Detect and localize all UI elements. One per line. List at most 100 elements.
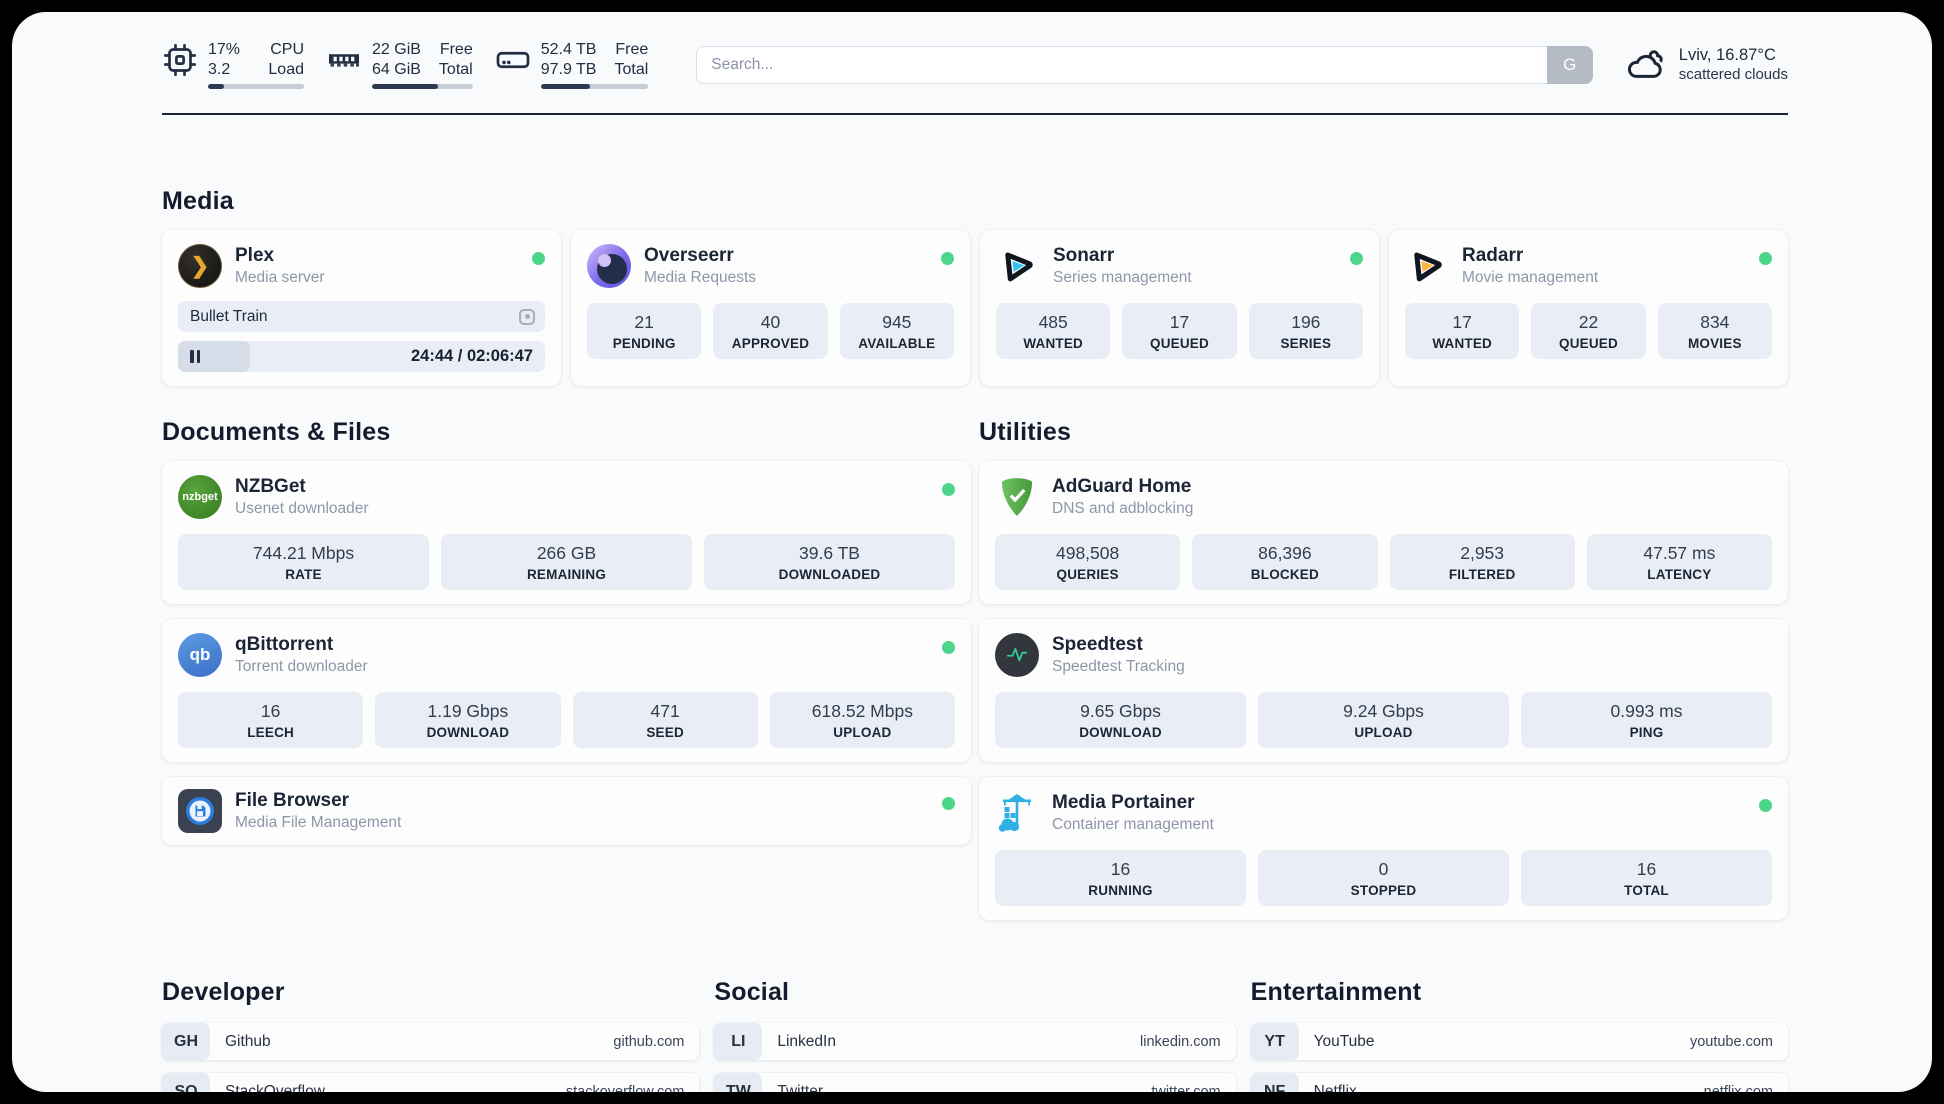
app-card-nzbget[interactable]: nzbget NZBGet Usenet downloader 744.21 M… bbox=[162, 461, 971, 605]
stat-queries: 498,508 QUERIES bbox=[995, 534, 1181, 591]
qbittorrent-icon: qb bbox=[178, 633, 222, 678]
adguard-icon bbox=[995, 475, 1039, 519]
status-online-dot bbox=[942, 797, 955, 811]
link-linkedin[interactable]: LI LinkedIn linkedin.com bbox=[714, 1023, 1236, 1061]
player-progress-row[interactable]: 24:44 / 02:06:47 bbox=[178, 341, 545, 373]
link-github[interactable]: GH Github github.com bbox=[162, 1023, 700, 1061]
app-description: DNS and adblocking bbox=[1052, 499, 1194, 517]
app-description: Container management bbox=[1052, 815, 1214, 833]
link-netflix[interactable]: NF Netflix netflix.com bbox=[1250, 1073, 1788, 1092]
cpu-progress-bar bbox=[208, 84, 304, 90]
overseerr-icon bbox=[587, 244, 631, 289]
cpu-label: CPU bbox=[270, 41, 304, 58]
cpu-usage-value: 17% bbox=[208, 41, 241, 58]
ram-progress-bar bbox=[372, 84, 473, 90]
section-title-media: Media bbox=[162, 187, 234, 216]
top-bar: 17% CPU 3.2 Load 22 GiB Free 64 GiB Total bbox=[162, 40, 1788, 90]
disk-progress-bar bbox=[540, 84, 649, 90]
ram-stat-widget: 22 GiB Free 64 GiB Total bbox=[326, 40, 473, 90]
app-description: Usenet downloader bbox=[235, 499, 369, 517]
disk-stat-widget: 52.4 TB Free 97.9 TB Total bbox=[495, 40, 649, 90]
app-name: Speedtest bbox=[1052, 634, 1143, 656]
link-twitter[interactable]: TW Twitter twitter.com bbox=[714, 1073, 1236, 1092]
media-grid: ❯ Plex Media server Bullet Train 24:44 /… bbox=[162, 230, 1788, 387]
search-input[interactable] bbox=[696, 45, 1593, 84]
stat-stopped: 0 STOPPED bbox=[1258, 850, 1509, 907]
stat-upload: 618.52 Mbps UPLOAD bbox=[769, 692, 955, 749]
portainer-icon bbox=[995, 791, 1039, 835]
app-description: Speedtest Tracking bbox=[1052, 657, 1185, 675]
status-online-dot bbox=[941, 252, 954, 266]
stat-upload: 9.24 Gbps UPLOAD bbox=[1258, 692, 1509, 749]
stat-wanted: 17 WANTED bbox=[1405, 303, 1520, 360]
app-card-sonarr[interactable]: Sonarr Series management 485 WANTED 17 QUE… bbox=[980, 230, 1379, 387]
cloud-icon bbox=[1627, 49, 1663, 78]
search-engine-button[interactable]: G bbox=[1546, 45, 1593, 84]
app-card-adguard[interactable]: AdGuard Home DNS and adblocking 498,508 Q… bbox=[979, 461, 1788, 605]
disk-free-label: Free bbox=[615, 41, 649, 58]
player-progress-fill bbox=[178, 341, 250, 373]
section-title-social: Social bbox=[714, 978, 790, 1007]
header-divider bbox=[162, 113, 1788, 116]
bookmark-group-entertainment: Entertainment YT YouTube youtube.com NF … bbox=[1250, 978, 1788, 1092]
stat-series: 196 SERIES bbox=[1248, 303, 1363, 360]
player-time: 24:44 / 02:06:47 bbox=[410, 347, 533, 366]
app-card-portainer[interactable]: Media Portainer Container management 16 R… bbox=[979, 777, 1788, 921]
youtube-icon: YT bbox=[1250, 1023, 1299, 1061]
ram-free-label: Free bbox=[439, 41, 473, 58]
stat-seed: 471 SEED bbox=[572, 692, 758, 749]
link-stackoverflow[interactable]: SO StackOverflow stackoverflow.com bbox=[162, 1073, 700, 1092]
stackoverflow-icon: SO bbox=[162, 1073, 210, 1092]
stat-latency: 47.57 ms LATENCY bbox=[1586, 534, 1772, 591]
app-name: NZBGet bbox=[235, 476, 306, 498]
disk-free-value: 52.4 TB bbox=[540, 41, 597, 58]
weather-condition: scattered clouds bbox=[1678, 66, 1788, 84]
app-card-overseerr[interactable]: Overseerr Media Requests 21 PENDING 40 APP… bbox=[571, 230, 970, 387]
app-name: AdGuard Home bbox=[1052, 476, 1192, 498]
dashboard-panel: 17% CPU 3.2 Load 22 GiB Free 64 GiB Total bbox=[12, 12, 1932, 1092]
app-description: Movie management bbox=[1462, 268, 1599, 286]
bookmark-group-developer: Developer GH Github github.com SO StackO… bbox=[162, 978, 700, 1092]
stat-filtered: 2,953 FILTERED bbox=[1389, 534, 1575, 591]
stat-download: 1.19 Gbps DOWNLOAD bbox=[375, 692, 561, 749]
app-card-filebrowser[interactable]: File Browser Media File Management bbox=[162, 777, 971, 846]
app-card-radarr[interactable]: Radarr Movie management 17 WANTED 22 QUEUE… bbox=[1389, 230, 1788, 387]
weather-widget[interactable]: Lviv, 16.87°C scattered clouds bbox=[1625, 44, 1788, 86]
app-description: Torrent downloader bbox=[235, 657, 368, 675]
media-detail-icon[interactable] bbox=[519, 308, 535, 325]
ram-total-value: 64 GiB bbox=[372, 60, 421, 78]
speedtest-icon bbox=[995, 633, 1039, 678]
section-title-developer: Developer bbox=[162, 978, 285, 1007]
netflix-icon: NF bbox=[1250, 1073, 1299, 1092]
app-name: Radarr bbox=[1462, 245, 1524, 267]
sonarr-icon bbox=[996, 244, 1040, 288]
stat-queued: 17 QUEUED bbox=[1122, 303, 1237, 360]
app-description: Series management bbox=[1053, 268, 1192, 286]
app-card-qbittorrent[interactable]: qb qBittorrent Torrent downloader 16 LEEC… bbox=[162, 619, 971, 763]
now-playing-title: Bullet Train bbox=[190, 307, 268, 325]
pause-icon[interactable] bbox=[190, 350, 200, 364]
section-title-documents: Documents & Files bbox=[162, 418, 391, 447]
disk-total-value: 97.9 TB bbox=[540, 60, 597, 78]
app-description: Media Requests bbox=[644, 268, 757, 286]
stat-download: 9.65 Gbps DOWNLOAD bbox=[995, 692, 1246, 749]
app-name: Media Portainer bbox=[1052, 792, 1195, 814]
weather-location-temp: Lviv, 16.87°C bbox=[1678, 46, 1776, 65]
section-title-entertainment: Entertainment bbox=[1250, 978, 1422, 1007]
stat-total: 16 TOTAL bbox=[1521, 850, 1772, 907]
app-name: Overseerr bbox=[644, 245, 734, 267]
link-youtube[interactable]: YT YouTube youtube.com bbox=[1250, 1023, 1788, 1061]
stat-approved: 40 APPROVED bbox=[713, 303, 828, 360]
app-name: qBittorrent bbox=[235, 634, 334, 656]
radarr-icon bbox=[1405, 244, 1449, 288]
stat-blocked: 86,396 BLOCKED bbox=[1192, 534, 1378, 591]
app-card-speedtest[interactable]: Speedtest Speedtest Tracking 9.65 Gbps DO… bbox=[979, 619, 1788, 763]
cpu-load-label: Load bbox=[268, 60, 304, 78]
app-card-plex[interactable]: ❯ Plex Media server Bullet Train 24:44 /… bbox=[162, 230, 561, 387]
linkedin-icon: LI bbox=[714, 1023, 763, 1061]
now-playing-row[interactable]: Bullet Train bbox=[178, 301, 545, 333]
github-icon: GH bbox=[162, 1023, 210, 1061]
status-online-dot bbox=[1350, 252, 1363, 266]
stat-ping: 0.993 ms PING bbox=[1521, 692, 1772, 749]
stat-running: 16 RUNNING bbox=[995, 850, 1246, 907]
